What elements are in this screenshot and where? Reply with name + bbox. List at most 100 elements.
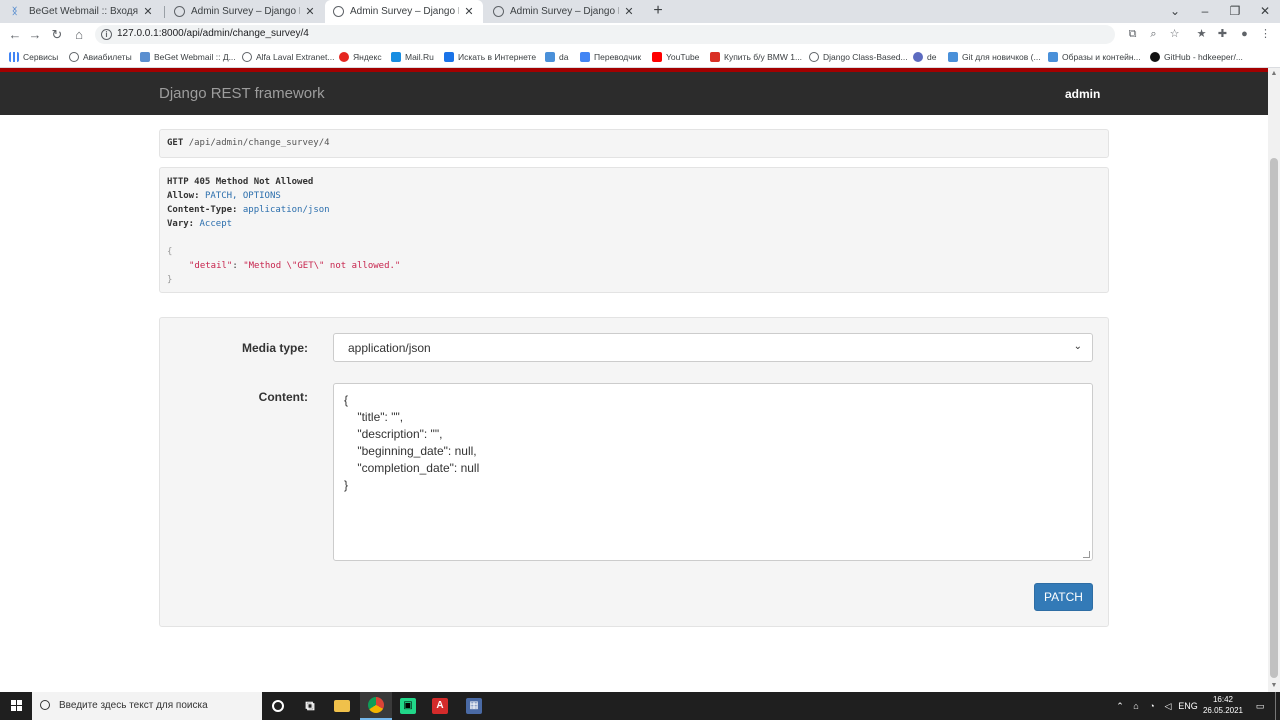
bookmark-item[interactable]: Django Class-Based... bbox=[809, 50, 908, 64]
bookmark-item[interactable]: Авиабилеты bbox=[69, 50, 132, 64]
request-info: GET /api/admin/change_survey/4 bbox=[159, 129, 1109, 158]
language-indicator[interactable]: ENG bbox=[1177, 692, 1199, 720]
request-path: /api/admin/change_survey/4 bbox=[188, 138, 330, 148]
info-icon[interactable]: i bbox=[101, 29, 112, 40]
tab-search-icon[interactable]: ⌄ bbox=[1160, 0, 1190, 23]
bookmark-item[interactable]: de bbox=[913, 50, 936, 64]
json-body-line: "detail": "Method \"GET\" not allowed." bbox=[167, 259, 1101, 273]
globe-icon bbox=[174, 6, 185, 17]
calculator-icon[interactable]: ▦ bbox=[458, 692, 490, 720]
windows-logo-icon bbox=[17, 700, 22, 705]
bookmark-item[interactable]: Git для новичков (... bbox=[948, 50, 1041, 64]
scroll-down-icon[interactable]: ▼ bbox=[1268, 680, 1280, 692]
bookmark-item[interactable]: Искать в Интернете bbox=[444, 50, 536, 64]
yandex-icon bbox=[339, 52, 349, 62]
header-name: Allow: bbox=[167, 191, 200, 201]
browser-tab-active[interactable]: Admin Survey – Django REST fra ✕ bbox=[325, 0, 483, 23]
cortana-icon[interactable] bbox=[262, 692, 294, 720]
menu-icon[interactable]: ⋮ bbox=[1258, 27, 1273, 42]
reload-icon[interactable]: ↻ bbox=[47, 23, 67, 46]
resize-grip-icon[interactable] bbox=[1083, 551, 1090, 558]
beget-icon bbox=[140, 52, 150, 62]
bookmark-item[interactable]: GitHub - hdkeeper/... bbox=[1150, 50, 1243, 64]
bookmark-label: Яндекс bbox=[353, 52, 382, 62]
bookmark-label: da bbox=[559, 52, 569, 62]
bookmark-item[interactable]: BeGet Webmail :: Д... bbox=[140, 50, 236, 64]
bookmark-item[interactable]: Mail.Ru bbox=[391, 50, 434, 64]
wifi-icon[interactable]: ◔ bbox=[1144, 692, 1160, 720]
browser-tab[interactable]: Admin Survey – Django REST fra ✕ bbox=[485, 0, 643, 23]
pycharm-icon[interactable]: ▣ bbox=[392, 692, 424, 720]
bookmark-label: Авиабилеты bbox=[83, 52, 132, 62]
media-type-select[interactable]: application/json ⌄ bbox=[333, 333, 1093, 362]
user-menu[interactable]: admin bbox=[1065, 87, 1100, 101]
new-tab-button[interactable]: + bbox=[650, 2, 666, 20]
bookmark-item[interactable]: Образы и контейн... bbox=[1048, 50, 1141, 64]
star-icon[interactable]: ☆ bbox=[1167, 27, 1182, 42]
tab-divider bbox=[164, 6, 165, 18]
request-method: GET bbox=[167, 138, 184, 148]
header-value: application/json bbox=[242, 205, 330, 215]
scroll-up-icon[interactable]: ▲ bbox=[1268, 68, 1280, 80]
forward-arrow-icon[interactable]: → bbox=[25, 23, 45, 46]
scroll-thumb[interactable] bbox=[1270, 158, 1278, 678]
page-scrollbar[interactable]: ▲ ▼ bbox=[1268, 68, 1280, 692]
start-button[interactable] bbox=[0, 692, 32, 720]
chrome-icon[interactable] bbox=[360, 692, 392, 720]
close-icon[interactable]: ✕ bbox=[623, 5, 635, 18]
bookmark-item[interactable]: da bbox=[545, 50, 568, 64]
tab-title: Admin Survey – Django REST fra bbox=[191, 6, 300, 17]
bookmark-label: GitHub - hdkeeper/... bbox=[1164, 52, 1243, 62]
zoom-icon[interactable]: ⌕ bbox=[1146, 27, 1161, 42]
close-window-icon[interactable]: ✕ bbox=[1250, 0, 1280, 23]
bookmark-item[interactable]: Alfa Laval Extranet... bbox=[242, 50, 334, 64]
taskbar-search-placeholder: Введите здесь текст для поиска bbox=[59, 700, 208, 711]
acrobat-icon[interactable]: A bbox=[424, 692, 456, 720]
back-arrow-icon[interactable]: ← bbox=[5, 23, 25, 46]
content-textarea[interactable]: { "title": "", "description": "", "begin… bbox=[333, 383, 1093, 561]
bookmark-item[interactable]: Переводчик bbox=[580, 50, 641, 64]
response-info: HTTP 405 Method Not Allowed Allow: PATCH… bbox=[159, 167, 1109, 293]
bookmark-label: Alfa Laval Extranet... bbox=[256, 52, 335, 62]
browser-tab[interactable]: Admin Survey – Django REST fra ✕ bbox=[166, 0, 324, 23]
system-clock[interactable]: 16:42 26.05.2021 bbox=[1200, 694, 1246, 716]
bookmark-item[interactable]: YouTube bbox=[652, 50, 699, 64]
translate-icon[interactable]: ⧉ bbox=[1125, 27, 1140, 42]
profile-icon[interactable]: ● bbox=[1237, 27, 1252, 42]
browser-tab[interactable]: ᛝ BeGet Webmail :: Входящие ✕ bbox=[4, 0, 162, 23]
response-status: HTTP 405 Method Not Allowed bbox=[167, 177, 314, 187]
restore-icon[interactable]: ❐ bbox=[1220, 0, 1250, 23]
task-view-icon[interactable]: ⧉ bbox=[294, 692, 326, 720]
bookmarks-bar: Сервисы Авиабилеты BeGet Webmail :: Д...… bbox=[0, 46, 1280, 68]
response-header-row: Content-Type: application/json bbox=[167, 203, 1101, 217]
content-label: Content: bbox=[258, 390, 308, 404]
show-desktop-button[interactable] bbox=[1275, 692, 1276, 720]
home-icon[interactable]: ⌂ bbox=[69, 23, 89, 46]
network-icon[interactable]: ⌂ bbox=[1128, 692, 1144, 720]
taskbar-search[interactable]: Введите здесь текст для поиска bbox=[32, 692, 262, 720]
address-bar[interactable]: i 127.0.0.1:8000/api/admin/change_survey… bbox=[95, 25, 1115, 44]
chevron-up-icon[interactable]: ⌃ bbox=[1112, 692, 1128, 720]
bookmark-label: Mail.Ru bbox=[405, 52, 434, 62]
bookmark-item[interactable]: Сервисы bbox=[9, 50, 58, 64]
clock-date: 26.05.2021 bbox=[1202, 706, 1244, 715]
close-icon[interactable]: ✕ bbox=[142, 5, 154, 18]
bookmark-item[interactable]: Купить б/у BMW 1... bbox=[710, 50, 802, 64]
brand-link[interactable]: Django REST framework bbox=[159, 85, 325, 102]
notification-icon[interactable]: ▭ bbox=[1250, 692, 1270, 720]
file-explorer-icon[interactable] bbox=[326, 692, 358, 720]
bookmark-item[interactable]: Яндекс bbox=[339, 50, 382, 64]
close-icon[interactable]: ✕ bbox=[463, 5, 475, 18]
header-value: Accept bbox=[199, 219, 233, 229]
bookmark-label: Искать в Интернете bbox=[458, 52, 537, 62]
minimize-icon[interactable]: – bbox=[1190, 0, 1220, 23]
patch-button[interactable]: PATCH bbox=[1034, 583, 1093, 611]
close-icon[interactable]: ✕ bbox=[304, 5, 316, 18]
volume-icon[interactable]: ◁ bbox=[1160, 692, 1176, 720]
extension-star-icon[interactable]: ★ bbox=[1194, 27, 1209, 42]
response-header-row: Vary: Accept bbox=[167, 217, 1101, 231]
bookmark-label: YouTube bbox=[666, 52, 700, 62]
puzzle-icon[interactable]: ✚ bbox=[1215, 27, 1230, 42]
windows-taskbar: Введите здесь текст для поиска ⧉ ▣ A ▦ ⌃… bbox=[0, 692, 1280, 720]
drom-icon bbox=[710, 52, 720, 62]
